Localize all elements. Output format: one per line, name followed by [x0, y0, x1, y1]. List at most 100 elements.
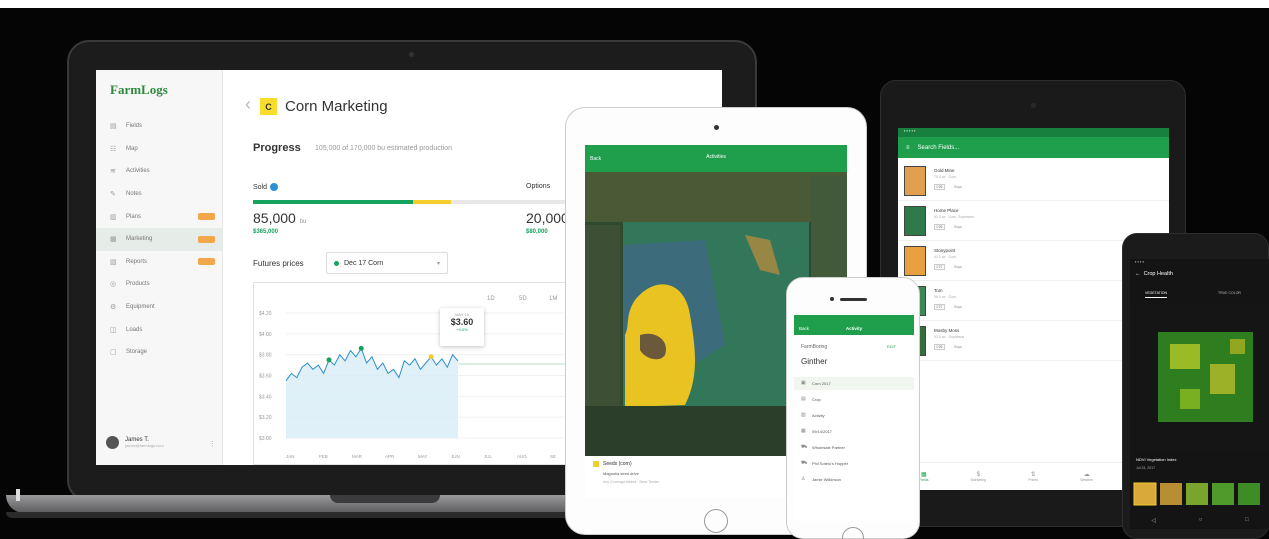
field-tag: 1'26 [934, 224, 945, 230]
list-item[interactable]: ▥ Activity [794, 409, 914, 422]
sidebar-item-reports[interactable]: ▧ Reports [110, 251, 215, 274]
sale-marker[interactable] [428, 354, 434, 360]
list-item-icon: ▥ [801, 412, 806, 418]
field-crop: Soys [954, 185, 962, 189]
x-tick-label: APR [385, 454, 395, 459]
sidebar-item-fields[interactable]: ▤ Fields [110, 115, 215, 138]
list-item[interactable]: ▣ Corn 2017 [794, 377, 914, 390]
ndvi-map [1130, 304, 1269, 454]
activities-icon: ≋ [110, 168, 116, 176]
nav-home-icon[interactable]: ○ [1199, 517, 1203, 523]
sidebar-item-label: Marketing [126, 236, 153, 243]
field-thumbnail [904, 246, 926, 276]
list-item-label: Jamie Wilkinson [812, 477, 841, 482]
field-row[interactable]: Gold Mine 75.4 ac · Corn 1'26 Soys [898, 161, 1169, 201]
sidebar-item-label: Map [126, 145, 138, 152]
laptop-notch [330, 495, 440, 503]
sale-marker[interactable] [358, 345, 364, 351]
farmlogs-logo[interactable]: FarmLogs [110, 82, 168, 98]
reports-icon: ▧ [110, 258, 117, 266]
phone-tabs: VEGETATION TRUE COLOR [1130, 288, 1269, 300]
notes-icon: ✎ [110, 191, 116, 199]
list-item[interactable]: ▤ Crop [794, 393, 914, 406]
tab-true-color[interactable]: TRUE COLOR [1218, 291, 1241, 295]
tab-fields[interactable]: ▦ Fields [919, 471, 928, 482]
field-subtitle: 56.0 ac · Corn [934, 295, 957, 299]
y-tick-label: $3.80 [259, 353, 272, 359]
sale-marker[interactable] [326, 357, 332, 363]
list-item[interactable]: ⛟ Wholesale Partner [794, 441, 914, 454]
seed-icon [593, 461, 599, 467]
list-item-label: Crop [812, 397, 821, 402]
back-chevron-icon[interactable]: ‹ [245, 94, 251, 115]
info-icon[interactable] [270, 183, 279, 191]
iphone-activity-name: Ginther [801, 357, 828, 366]
menu-icon[interactable]: ≡ [906, 145, 910, 151]
crop-badge: C [260, 98, 277, 115]
sidebar-item-marketing[interactable]: ▦ Marketing [96, 227, 223, 251]
field-crop: Soys [954, 265, 962, 269]
tab-icon: ▦ [920, 472, 927, 478]
plans-icon: ▥ [110, 213, 117, 221]
thumb-3[interactable] [1186, 483, 1208, 505]
phone-nav-bar: ◁ ○ □ [1130, 511, 1269, 529]
sidebar-item-activities[interactable]: ≋ Activities [110, 160, 215, 183]
new-badge [198, 258, 215, 266]
tab-weather[interactable]: ☁ Weather [1080, 471, 1093, 482]
x-tick-label: MAR [352, 454, 363, 459]
sidebar-nav: ▤ Fields ☷ Map ≋ Activities ✎ Notes ▥ Plans ▦ Marke… [96, 115, 223, 364]
field-name: Home Place [934, 208, 959, 213]
more-vertical-icon[interactable]: ⋮ [209, 440, 216, 448]
progress-bar-sold [253, 200, 413, 204]
field-crop: Soys [954, 345, 962, 349]
ndvi-thumbnails [1133, 482, 1260, 506]
sidebar-item-notes[interactable]: ✎ Notes [110, 183, 215, 206]
ndvi-date: Jul 24, 2017 [1136, 466, 1156, 470]
x-tick-label: SE [550, 454, 556, 459]
sold-label-text: Sold [253, 183, 268, 191]
iphone-screen: Back Activity FarmBoring EDIT Ginther ▣ C… [794, 315, 914, 521]
sidebar-item-loads[interactable]: ◫ Loads [110, 318, 215, 341]
nav-recents-icon[interactable]: □ [1245, 517, 1249, 523]
futures-select[interactable]: Dec 17 Corn ▾ [326, 252, 448, 274]
sidebar-item-map[interactable]: ☷ Map [110, 138, 215, 161]
user-profile[interactable]: James T. james@farmlogs.com [106, 436, 164, 449]
tab-vegetation[interactable]: VEGETATION [1145, 291, 1168, 298]
field-subtitle: 81.3 ac · Corn, Soybeans [934, 215, 974, 219]
tab-prices[interactable]: ⇅ Prices [1028, 471, 1038, 482]
field-name: Stonypoint [934, 248, 956, 253]
loads-icon: ◫ [110, 326, 117, 334]
sold-label: Sold [253, 183, 279, 191]
progress-title: Progress [253, 142, 301, 154]
y-tick-label: $3.00 [259, 436, 272, 442]
thumb-4[interactable] [1212, 483, 1234, 505]
sidebar-item-products[interactable]: ◎ Products [110, 273, 215, 296]
iphone-home-button[interactable] [842, 527, 864, 539]
list-item[interactable]: ♙ Jamie Wilkinson [794, 473, 914, 486]
nav-back-icon[interactable]: ◁ [1151, 517, 1156, 524]
sidebar-item-storage[interactable]: ▢ Storage [110, 341, 215, 364]
price-tooltip: MAY 15 $3.60 +0.6% [440, 308, 484, 346]
list-item[interactable]: ⛟ Phil Sotelo's Hopper [794, 457, 914, 470]
x-tick-label: JUN [451, 454, 460, 459]
sidebar-item-plans[interactable]: ▥ Plans [110, 205, 215, 228]
tablet-camera [1031, 103, 1036, 108]
back-arrow-icon[interactable]: ← [1135, 271, 1141, 277]
thumb-1[interactable] [1133, 482, 1157, 506]
x-tick-label: MAY [418, 454, 427, 459]
thumb-5[interactable] [1238, 483, 1260, 505]
list-item[interactable]: ▦ 09/14/2017 [794, 425, 914, 438]
thumb-2[interactable] [1160, 483, 1182, 505]
ipad-home-button[interactable] [704, 509, 728, 533]
tab-icon: ☁ [1083, 472, 1090, 478]
field-thumbnail [904, 206, 926, 236]
y-tick-label: $3.20 [259, 415, 272, 421]
iphone-edit-button[interactable]: EDIT [887, 344, 896, 349]
phone-title: ← Crop Health [1135, 271, 1173, 277]
sheet-title: Seeds (corn) [603, 461, 632, 467]
list-item-icon: ⛟ [801, 460, 808, 466]
sidebar-item-equipment[interactable]: ⚙ Equipment [110, 296, 215, 319]
tab-marketing[interactable]: $ Marketing [971, 472, 986, 482]
tablet-search-bar[interactable]: ≡ Search Fields... [898, 137, 1169, 158]
phone-screen: ▪ ▪ ▪ ▪ ← Crop Health VEGETATION TRUE CO… [1130, 259, 1269, 529]
